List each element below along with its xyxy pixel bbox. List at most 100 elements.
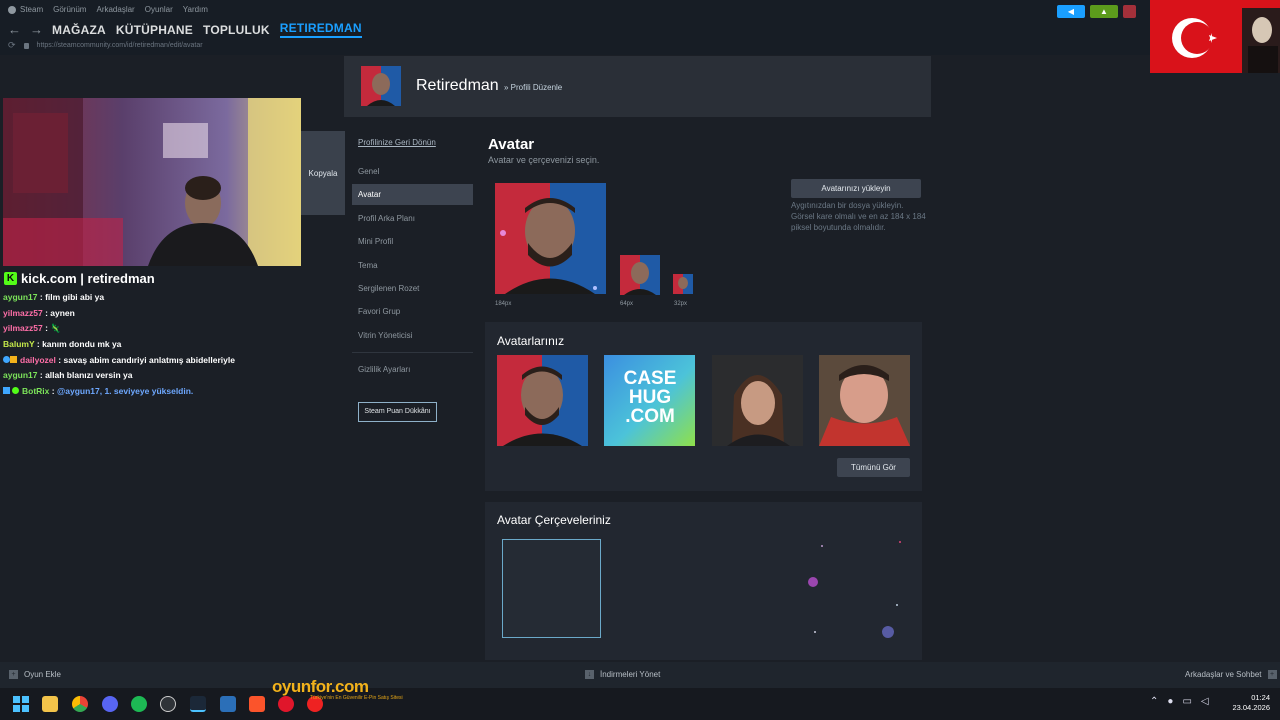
menu-steam[interactable]: Steam [8, 5, 43, 14]
add-game-button[interactable]: + Oyun Ekle [9, 670, 61, 679]
chat-text: film gibi abi ya [45, 292, 105, 302]
spotify-icon[interactable] [131, 696, 147, 712]
tab-community[interactable]: TOPLULUK [203, 23, 270, 37]
avatar-image [495, 183, 606, 294]
sidebar-item-background[interactable]: Profil Arka Planı [352, 208, 473, 229]
chat-message: BalumY : kanım dondu mk ya [3, 338, 122, 349]
chat-username: BotRix [22, 385, 50, 396]
sidebar-item-featured-badge[interactable]: Sergilenen Rozet [352, 278, 473, 299]
back-arrow-icon[interactable]: ← [8, 22, 21, 37]
discord-icon[interactable] [102, 696, 118, 712]
avatar-option[interactable] [497, 355, 588, 446]
megaphone-icon: ◀ [1067, 7, 1075, 16]
casehug-logo-line: CASE [623, 368, 677, 389]
vivaldi-icon[interactable] [278, 696, 294, 712]
chevron-up-icon[interactable]: ⌃ [1150, 696, 1158, 707]
friends-chat-button[interactable]: Arkadaşlar ve Sohbet + [1185, 670, 1277, 679]
profile-avatar[interactable] [361, 66, 401, 106]
notification-button[interactable]: ▲ [1090, 5, 1118, 18]
avatar-option[interactable] [712, 355, 803, 446]
card-title: Avatar Çerçeveleriniz [497, 513, 611, 527]
menu-bar: Steam Görünüm Arkadaşlar Oyunlar Yardım [8, 5, 208, 14]
windows-start-icon[interactable] [13, 696, 29, 712]
network-icon[interactable]: ▭ [1182, 696, 1191, 707]
tab-store[interactable]: MAĞAZA [52, 23, 106, 37]
url-row: ⟳ https://steamcommunity.com/id/retiredm… [8, 40, 203, 51]
forward-arrow-icon[interactable]: → [30, 22, 43, 37]
chat-message: BotRix : @aygun17, 1. seviyeye yükseldin… [3, 386, 293, 397]
plus-icon: + [9, 670, 18, 679]
size-label: 64px [620, 301, 634, 307]
brave-icon[interactable] [249, 696, 265, 712]
avatar-preview-medium [620, 255, 660, 295]
clock-date: 23.04.2026 [1232, 703, 1270, 713]
steam-logo-icon [8, 5, 16, 14]
sidebar-item-favorite-group[interactable]: Favori Grup [352, 301, 473, 322]
steam-icon[interactable] [190, 696, 206, 712]
edit-sidebar: Profilinize Geri Dönün Genel Avatar Prof… [352, 134, 473, 422]
steam-titlebar: Steam Görünüm Arkadaşlar Oyunlar Yardım … [0, 0, 1280, 55]
copy-button[interactable]: Kopyala [301, 131, 345, 215]
chat-username: BalumY [3, 338, 35, 349]
downloads-button[interactable]: ↓ İndirmeleri Yönet [585, 670, 660, 679]
divider [352, 351, 473, 353]
url-text[interactable]: https://steamcommunity.com/id/retiredman… [37, 42, 203, 49]
your-avatars-card: Avatarlarınız CASE HUG .COM Tümünü Gör [485, 322, 922, 491]
frame-option-none[interactable] [502, 539, 601, 638]
clock[interactable]: 01:24 23.04.2026 [1226, 693, 1270, 713]
section-title: Avatar [488, 136, 535, 153]
refresh-icon[interactable]: ⟳ [8, 40, 16, 51]
kick-channel: kick.com | retiredman [21, 271, 155, 286]
avatar-option-casehug[interactable]: CASE HUG .COM [604, 355, 695, 446]
windows-taskbar [0, 688, 1280, 720]
friends-label: Arkadaşlar ve Sohbet [1185, 670, 1262, 679]
upload-avatar-button[interactable]: Avatarınızı yükleyin [791, 179, 921, 198]
avatar-option[interactable] [819, 355, 910, 446]
tab-library[interactable]: KÜTÜPHANE [116, 23, 193, 37]
chat-message: yilmazz57 : aynen [3, 307, 75, 318]
tab-profile[interactable]: RETIREDMAN [279, 21, 362, 38]
kick-logo-icon: K [4, 272, 17, 285]
sidebar-item-general[interactable]: Genel [352, 161, 473, 182]
chat-text: @aygun17, 1. seviyeye yükseldin. [56, 385, 194, 396]
sidebar-item-theme[interactable]: Tema [352, 255, 473, 276]
bot-badge-icon [3, 386, 10, 394]
downloads-label: İndirmeleri Yönet [600, 670, 661, 679]
file-explorer-icon[interactable] [42, 696, 58, 712]
verified-icon [12, 386, 19, 394]
sidebar-item-mini-profile[interactable]: Mini Profil [352, 231, 473, 252]
announcement-button[interactable]: ◀ [1057, 5, 1085, 18]
menu-help[interactable]: Yardım [183, 5, 208, 14]
menu-friends[interactable]: Arkadaşlar [96, 5, 134, 14]
menu-view[interactable]: Görünüm [53, 5, 86, 14]
obs-icon[interactable] [160, 696, 176, 712]
profile-header: Retiredman » Profili Düzenle [344, 56, 931, 117]
size-label: 184px [495, 301, 512, 307]
menu-steam-label: Steam [20, 5, 44, 14]
badge-icon [3, 355, 10, 363]
microphone-icon[interactable]: ● [1167, 696, 1173, 707]
calculator-icon[interactable] [220, 696, 236, 712]
chat-username: yilmazz57 [3, 307, 43, 318]
top-buttons: ◀ ▲ [1057, 5, 1136, 18]
upload-help-text: Aygıtınızdan bir dosya yükleyin. Görsel … [791, 201, 926, 233]
system-tray: ⌃ ● ▭ ◁ [1150, 696, 1209, 707]
sidebar-item-avatar[interactable]: Avatar [352, 184, 473, 206]
watermark-logo: oyunfor.com [272, 677, 369, 696]
badge-icon [10, 355, 17, 363]
casehug-logo: CASE HUG .COM [620, 369, 680, 426]
user-avatar-small[interactable] [1123, 5, 1136, 18]
avatar-image [361, 66, 401, 106]
see-all-button[interactable]: Tümünü Gör [837, 458, 910, 477]
chrome-icon[interactable] [72, 696, 88, 712]
menu-games[interactable]: Oyunlar [145, 5, 173, 14]
volume-icon[interactable]: ◁ [1201, 696, 1209, 707]
sparkle-decoration [808, 541, 901, 638]
back-to-profile-link[interactable]: Profilinize Geri Dönün [352, 134, 473, 151]
points-shop-button[interactable]: Steam Puan Dükkânı [358, 401, 437, 422]
chat-username: aygun17 [3, 370, 38, 381]
sidebar-item-showcase[interactable]: Vitrin Yöneticisi [352, 325, 473, 346]
section-subtitle: Avatar ve çerçevenizi seçin. [488, 155, 600, 165]
sidebar-item-privacy[interactable]: Gizlilik Ayarları [352, 359, 473, 380]
profile-name[interactable]: Retiredman [416, 77, 499, 95]
